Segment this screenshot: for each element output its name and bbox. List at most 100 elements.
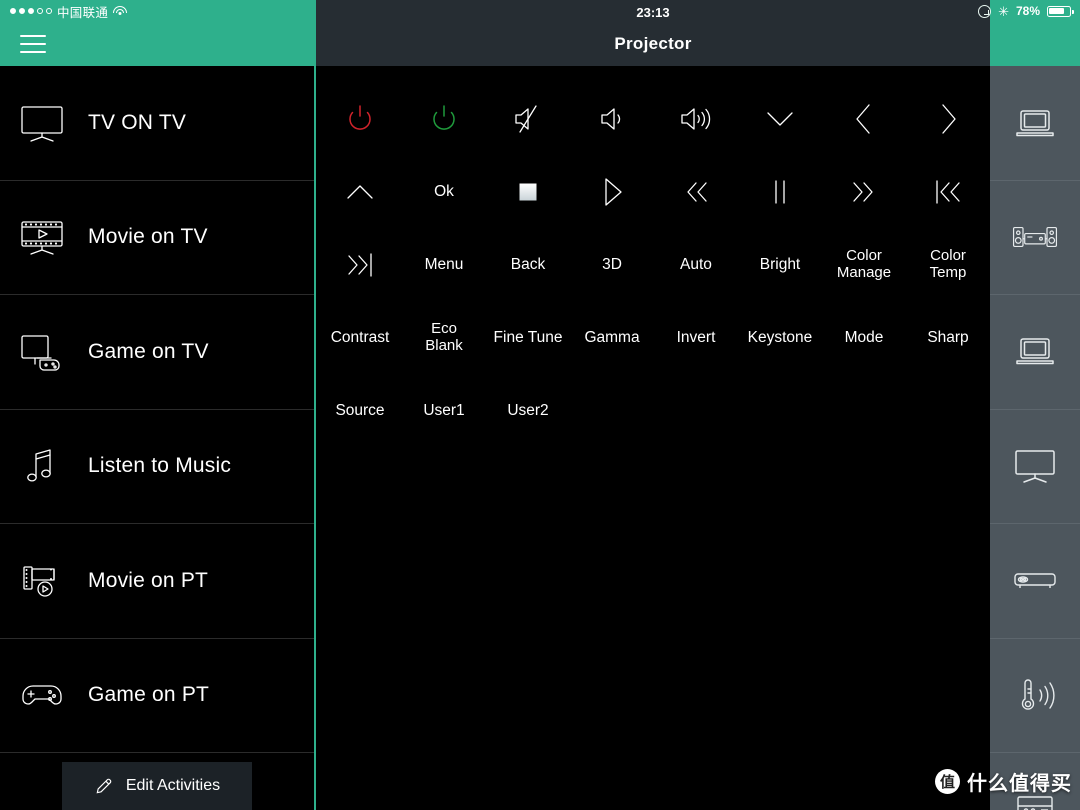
remote-button-keystone[interactable]: Keystone <box>738 301 822 374</box>
device-rail-item-tv-screen[interactable] <box>990 410 1080 524</box>
device-rail <box>990 66 1080 810</box>
remote-button-empty <box>570 374 654 447</box>
carrier-label: 中国联通 <box>57 5 109 20</box>
remote-button-ok[interactable]: Ok <box>402 155 486 228</box>
remote-button-fast-forward[interactable] <box>822 155 906 228</box>
set-top-box-icon <box>1011 561 1059 601</box>
remote-button-user1[interactable]: User1 <box>402 374 486 447</box>
remote-button-source[interactable]: Source <box>318 374 402 447</box>
remote-button-eco-blank[interactable]: Eco Blank <box>402 301 486 374</box>
chevron-up-icon <box>340 175 380 209</box>
signal-dot <box>46 8 52 14</box>
sidebar-item-movie-on-tv[interactable]: Movie on TV <box>0 181 314 295</box>
clock-area: 23:13 <box>316 3 990 22</box>
remote-button-power-on[interactable] <box>402 82 486 155</box>
sidebar-item-tv-on-tv[interactable]: TV ON TV <box>0 66 314 181</box>
remote-button-empty <box>738 374 822 447</box>
remote-button-user2[interactable]: User2 <box>486 374 570 447</box>
sidebar-item-game-on-pt[interactable]: Game on PT <box>0 639 314 753</box>
sidebar-item-label: TV ON TV <box>88 110 187 134</box>
battery-percent-label: 78% <box>1015 4 1040 18</box>
device-rail-item-stereo-system[interactable] <box>990 181 1080 295</box>
remote-button-empty <box>654 374 738 447</box>
wifi-icon <box>113 5 128 17</box>
header-right <box>990 22 1080 66</box>
sidebar-item-label: Game on PT <box>88 683 210 707</box>
remote-button-bright[interactable]: Bright <box>738 228 822 301</box>
device-rail-item-thermostat[interactable] <box>990 639 1080 753</box>
remote-control-panel: Ok Menu Back 3D Auto Bright Color Manage Color Te… <box>318 68 990 810</box>
remote-button-3d[interactable]: 3D <box>570 228 654 301</box>
activities-list: TV ON TV Movie on TV Game on TV Listen to M… <box>0 66 314 753</box>
remote-button-invert[interactable]: Invert <box>654 301 738 374</box>
remote-button-back[interactable]: Back <box>486 228 570 301</box>
sidebar-item-listen-to-music[interactable]: Listen to Music <box>0 410 314 524</box>
volume-up-icon <box>676 102 716 136</box>
remote-button-mode[interactable]: Mode <box>822 301 906 374</box>
remote-button-row <box>318 82 990 155</box>
status-bar-indicators: ✳ 78% <box>978 0 1080 22</box>
remote-button-contrast[interactable]: Contrast <box>318 301 402 374</box>
remote-button-pause[interactable] <box>738 155 822 228</box>
film-play-icon <box>18 558 66 604</box>
remote-button-label: Source <box>335 401 385 419</box>
remote-button-label: User2 <box>507 401 549 419</box>
hamburger-menu-icon[interactable] <box>20 35 46 53</box>
tv-icon <box>18 100 66 146</box>
tv-screen-icon <box>1011 446 1059 486</box>
remote-button-row: Contrast Eco Blank Fine Tune Gamma Invert Keys… <box>318 301 990 374</box>
movie-tv-icon <box>18 214 66 260</box>
play-icon <box>595 174 629 210</box>
pause-icon <box>765 175 795 209</box>
header-left <box>0 22 316 66</box>
remote-button-chevron-down[interactable] <box>738 82 822 155</box>
fast-forward-icon <box>845 175 883 209</box>
chevron-down-icon <box>760 102 800 136</box>
remote-button-label: Gamma <box>584 328 640 346</box>
remote-button-gamma[interactable]: Gamma <box>570 301 654 374</box>
remote-button-volume-up[interactable] <box>654 82 738 155</box>
device-rail-item-set-top-box[interactable] <box>990 524 1080 639</box>
remote-button-chevron-right[interactable] <box>906 82 990 155</box>
remote-button-label: Invert <box>676 328 716 346</box>
remote-button-sharp[interactable]: Sharp <box>906 301 990 374</box>
remote-button-stop[interactable] <box>486 155 570 228</box>
remote-button-fine-tune[interactable]: Fine Tune <box>486 301 570 374</box>
remote-button-mute[interactable] <box>486 82 570 155</box>
remote-button-color-manage[interactable]: Color Manage <box>822 228 906 301</box>
device-list <box>990 66 1080 810</box>
device-rail-item-laptop[interactable] <box>990 295 1080 410</box>
remote-button-label: 3D <box>602 255 622 273</box>
remote-button-auto[interactable]: Auto <box>654 228 738 301</box>
pencil-icon <box>94 776 114 796</box>
remote-button-chevron-left[interactable] <box>822 82 906 155</box>
remote-button-volume-down[interactable] <box>570 82 654 155</box>
sidebar-item-label: Movie on TV <box>88 225 208 249</box>
sidebar-item-label: Game on TV <box>88 339 209 363</box>
remote-button-rewind[interactable] <box>654 155 738 228</box>
remote-button-color-temp[interactable]: Color Temp <box>906 228 990 301</box>
remote-button-label: Eco Blank <box>425 319 463 354</box>
signal-dot <box>37 8 43 14</box>
battery-icon <box>1047 5 1074 17</box>
stereo-system-icon <box>1011 217 1059 257</box>
remote-button-label: Contrast <box>330 328 390 346</box>
remote-button-label: Color Manage <box>836 246 892 281</box>
remote-button-label: Menu <box>424 255 464 273</box>
remote-button-label: Fine Tune <box>493 328 563 346</box>
remote-button-label: Mode <box>844 328 884 346</box>
sidebar-item-movie-on-pt[interactable]: Movie on PT <box>0 524 314 639</box>
remote-button-play[interactable] <box>570 155 654 228</box>
stop-icon <box>511 175 545 209</box>
edit-activities-label: Edit Activities <box>125 777 221 794</box>
device-rail-item-av-receiver[interactable] <box>990 753 1080 810</box>
device-rail-item-projector-laptop[interactable] <box>990 66 1080 181</box>
remote-button-chevron-up[interactable] <box>318 155 402 228</box>
remote-button-skip-previous[interactable] <box>906 155 990 228</box>
remote-button-skip-next[interactable] <box>318 228 402 301</box>
av-receiver-icon <box>1011 790 1059 810</box>
sidebar-item-game-on-tv[interactable]: Game on TV <box>0 295 314 410</box>
edit-activities-button[interactable]: Edit Activities <box>62 762 252 810</box>
remote-button-menu[interactable]: Menu <box>402 228 486 301</box>
remote-button-power-off[interactable] <box>318 82 402 155</box>
